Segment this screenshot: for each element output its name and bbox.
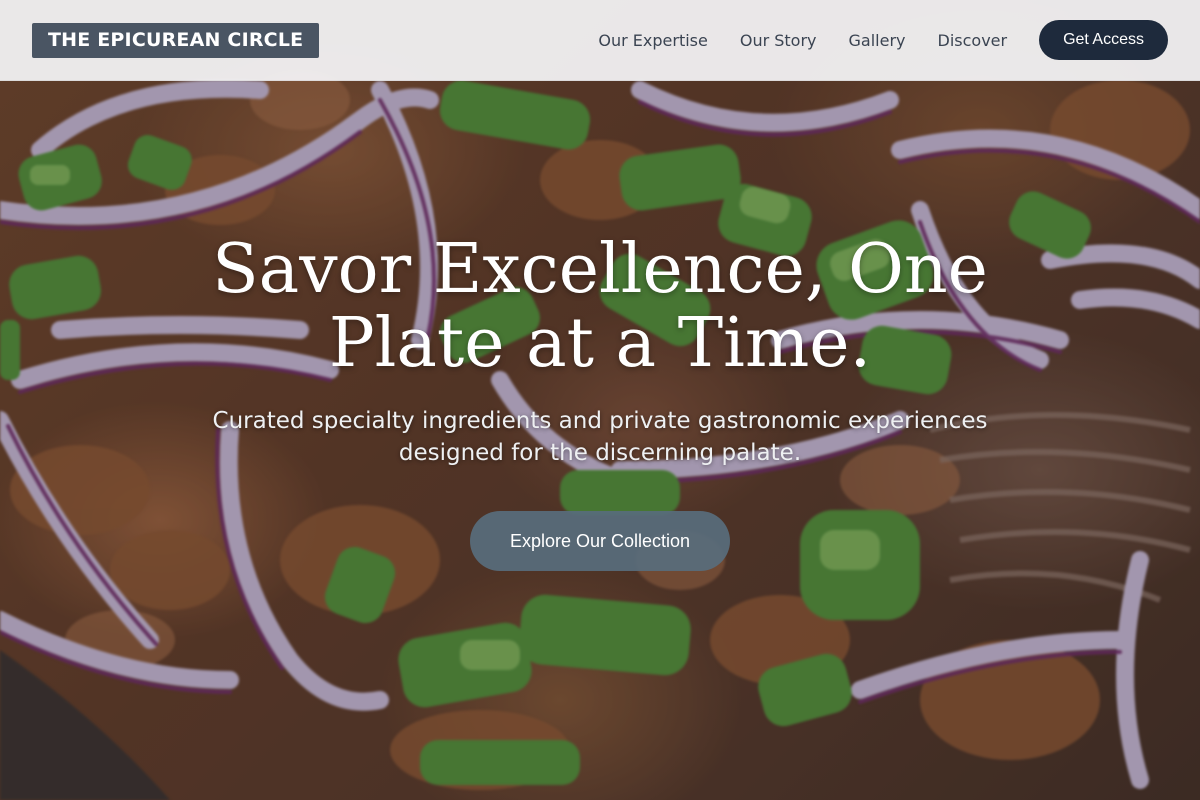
nav-link-our-story[interactable]: Our Story <box>740 31 817 50</box>
nav-menu: Our Expertise Our Story Gallery Discover… <box>598 20 1168 60</box>
top-navbar: THE EPICUREAN CIRCLE Our Expertise Our S… <box>0 0 1200 81</box>
hero-section: Savor Excellence, One Plate at a Time. C… <box>0 0 1200 800</box>
hero-subtitle: Curated specialty ingredients and privat… <box>212 408 988 466</box>
get-access-button[interactable]: Get Access <box>1039 20 1168 60</box>
nav-link-our-expertise[interactable]: Our Expertise <box>598 31 707 50</box>
nav-link-gallery[interactable]: Gallery <box>849 31 906 50</box>
brand-logo[interactable]: THE EPICUREAN CIRCLE <box>32 22 320 58</box>
nav-link-discover[interactable]: Discover <box>938 31 1008 50</box>
explore-collection-button[interactable]: Explore Our Collection <box>469 511 731 571</box>
hero-title: Savor Excellence, One Plate at a Time. <box>212 230 988 383</box>
